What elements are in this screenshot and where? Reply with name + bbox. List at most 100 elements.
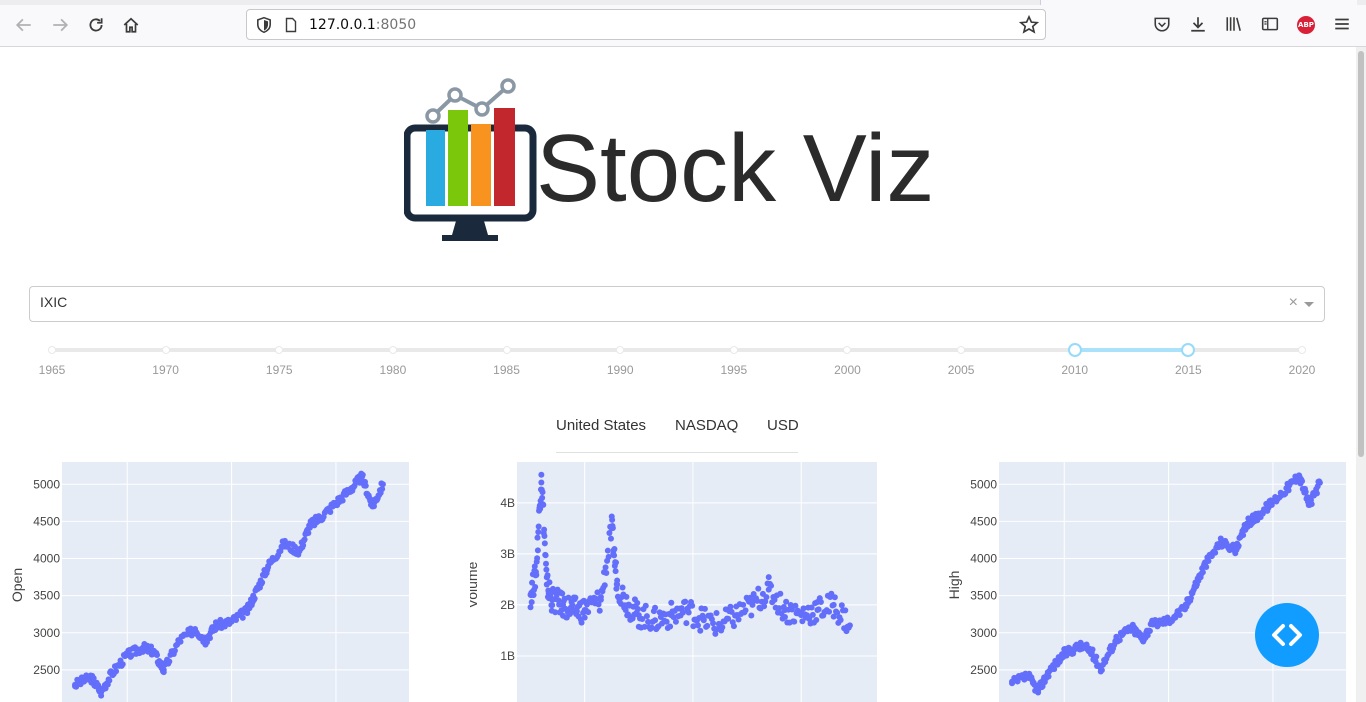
downloads-button[interactable] [1187, 13, 1209, 35]
data-point [817, 599, 824, 606]
data-point [842, 607, 849, 614]
slider-dot[interactable] [275, 346, 284, 354]
data-point [1045, 673, 1052, 680]
address-bar[interactable]: 127.0.0.1:8050 [246, 9, 1046, 40]
slider-dot[interactable] [48, 346, 56, 354]
slider-dot[interactable] [729, 346, 738, 354]
slider-mark-label[interactable]: 1970 [152, 363, 179, 377]
open-price-chart[interactable]: 2000250030003500400045005000Open [0, 460, 420, 702]
page-icon[interactable] [283, 17, 299, 33]
slider-mark-label[interactable]: 1990 [607, 363, 634, 377]
url-text[interactable]: 127.0.0.1:8050 [309, 17, 416, 33]
y-tick-label: 4000 [33, 552, 60, 566]
data-point [602, 564, 609, 571]
slider-dot[interactable] [1298, 346, 1306, 354]
slider-mark-label[interactable]: 2000 [834, 363, 861, 377]
scrollbar-thumb[interactable] [1358, 51, 1364, 457]
debug-menu-button[interactable] [1255, 603, 1319, 667]
data-point [301, 536, 308, 543]
data-point [667, 623, 674, 630]
data-point [697, 627, 704, 634]
year-range-slider[interactable]: 1965 1970 1975 1980 1985 1990 1995 2000 2005 2010… [39, 336, 1315, 382]
shield-icon[interactable] [255, 16, 273, 34]
slider-dot[interactable] [616, 346, 625, 354]
back-button[interactable] [10, 11, 38, 39]
adblock-label: ABP [1298, 21, 1314, 29]
logo-trend-node [447, 87, 463, 103]
data-point [679, 609, 686, 616]
slider-mark-label[interactable]: 1985 [493, 363, 520, 377]
slider-handle-end[interactable] [1181, 343, 1196, 357]
data-point [597, 594, 604, 601]
forward-button[interactable] [46, 11, 74, 39]
slider-mark-label[interactable]: 1965 [39, 363, 66, 377]
slider-track[interactable] [1074, 348, 1189, 352]
y-tick-label: 3500 [970, 589, 997, 603]
data-point [740, 601, 747, 608]
url-port: :8050 [375, 17, 417, 33]
data-point [119, 661, 126, 668]
pocket-button[interactable] [1151, 13, 1173, 35]
data-point [1116, 637, 1123, 644]
slider-handle-start[interactable] [1067, 343, 1082, 357]
slider-mark-label[interactable]: 2015 [1175, 363, 1202, 377]
data-point [539, 489, 546, 496]
data-point [683, 620, 690, 627]
data-point [710, 620, 717, 627]
reload-icon [89, 18, 103, 32]
data-point [540, 501, 547, 508]
data-point [845, 624, 852, 631]
slider-mark-label[interactable]: 1980 [380, 363, 407, 377]
slider-mark-label[interactable]: 1995 [720, 363, 747, 377]
slider-dot[interactable] [843, 346, 852, 354]
data-point [831, 594, 838, 601]
home-button[interactable] [117, 11, 145, 39]
slider-mark-label[interactable]: 1975 [266, 363, 293, 377]
y-tick-label: 5000 [33, 477, 60, 491]
y-tick-label: 2500 [970, 663, 997, 677]
y-tick-label: 4000 [970, 552, 997, 566]
slider-dot[interactable] [957, 346, 966, 354]
stock-viz-logo [404, 78, 537, 241]
menu-button[interactable] [1331, 13, 1353, 35]
data-point [755, 585, 762, 592]
data-point [251, 595, 258, 602]
volume-chart[interactable]: 01B2B3B4BVolume [470, 460, 890, 702]
logo-bar-orange [471, 124, 491, 206]
slider-dot[interactable] [388, 346, 397, 354]
high-price-chart[interactable]: 2000250030003500400045005000High [940, 460, 1360, 702]
y-tick-label: 1B [500, 649, 515, 663]
y-tick-label: 4500 [33, 514, 60, 528]
data-point [1302, 488, 1309, 495]
back-arrow-icon [15, 18, 31, 32]
ticker-dropdown[interactable]: IXIC × [29, 286, 1325, 322]
data-point [1212, 549, 1219, 556]
bookmark-star-icon[interactable] [1019, 15, 1039, 35]
data-point [528, 599, 535, 606]
data-point [1035, 689, 1042, 696]
data-point [362, 482, 369, 489]
data-point [619, 584, 626, 591]
sidebar-button[interactable] [1259, 13, 1281, 35]
chevron-down-icon[interactable] [1304, 302, 1314, 307]
slider-mark-label[interactable]: 2010 [1061, 363, 1088, 377]
data-point [1299, 478, 1306, 485]
data-point [742, 607, 749, 614]
pocket-icon [1154, 17, 1170, 32]
slider-mark-label[interactable]: 2020 [1289, 363, 1316, 377]
data-point [581, 614, 588, 621]
slider-dot[interactable] [502, 346, 511, 354]
clear-icon[interactable]: × [1289, 294, 1298, 312]
slider-mark-label[interactable]: 2005 [948, 363, 975, 377]
reload-button[interactable] [82, 11, 110, 39]
adblock-icon[interactable]: ABP [1297, 16, 1315, 34]
slider-dot[interactable] [161, 346, 170, 354]
page-title: Stock Viz [536, 115, 935, 222]
data-point [1098, 667, 1105, 674]
browser-toolbar: 127.0.0.1:8050 ABP [0, 0, 1366, 47]
data-point [542, 552, 549, 559]
library-button[interactable] [1223, 13, 1245, 35]
data-point [154, 652, 161, 659]
data-point [635, 606, 642, 613]
forward-arrow-icon [53, 18, 69, 32]
